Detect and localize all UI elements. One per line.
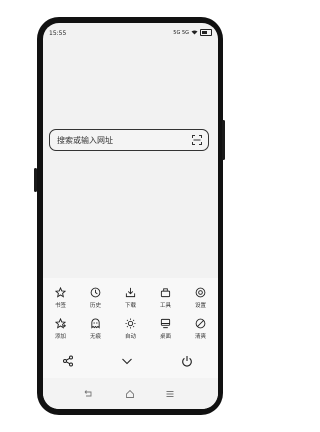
search-placeholder: 搜索或输入网址 — [57, 136, 113, 145]
menu-item-settings[interactable]: 设置 — [186, 287, 216, 309]
menu-item-bookmarks[interactable]: 书签 — [46, 287, 76, 309]
menu-item-add-bookmark[interactable]: 添加 — [46, 318, 76, 340]
no-ads-icon — [195, 318, 206, 329]
browser-menu-panel: 书签 历史 下载 工具 设置 添加 无痕 自动 桌面 清爽 — [43, 278, 218, 409]
browser-screen: 15:55 5G 5G 搜索或输入网址 书签 历史 下载 工具 设置 添加 无痕… — [43, 23, 218, 409]
home-icon[interactable] — [125, 389, 135, 399]
menu-item-label: 历史 — [89, 303, 101, 309]
wifi-icon — [191, 30, 198, 35]
back-icon[interactable] — [83, 389, 93, 399]
menu-item-clean-mode[interactable]: 清爽 — [186, 318, 216, 340]
menu-item-label: 下载 — [124, 303, 136, 309]
star-icon — [55, 287, 66, 298]
desktop-icon — [160, 318, 171, 329]
download-icon — [125, 287, 136, 298]
menu-item-label: 清爽 — [194, 334, 206, 340]
incognito-icon — [91, 318, 100, 329]
menu-item-auto-brightness[interactable]: 自动 — [116, 318, 146, 340]
menu-item-label: 自动 — [124, 334, 136, 340]
status-time: 15:55 — [49, 30, 67, 37]
menu-item-label: 添加 — [54, 334, 66, 340]
menu-item-tools[interactable]: 工具 — [151, 287, 181, 309]
settings-icon — [195, 287, 206, 298]
menu-item-label: 工具 — [159, 303, 171, 309]
volume-button — [222, 120, 225, 160]
menu-item-history[interactable]: 历史 — [81, 287, 111, 309]
signal-text: 5G 5G — [173, 29, 189, 36]
menu-item-downloads[interactable]: 下载 — [116, 287, 146, 309]
status-bar: 15:55 5G 5G — [43, 23, 218, 43]
menu-item-label: 设置 — [194, 303, 206, 309]
power-icon[interactable] — [181, 355, 193, 367]
menu-item-label: 书签 — [54, 303, 66, 309]
clock-icon — [90, 287, 101, 298]
search-input[interactable]: 搜索或输入网址 — [49, 129, 209, 151]
menu-row-2: 添加 无痕 自动 桌面 清爽 — [43, 318, 218, 340]
toolbox-icon — [160, 288, 171, 298]
menu-item-incognito[interactable]: 无痕 — [81, 318, 111, 340]
add-star-icon — [55, 318, 66, 329]
menu-bottom-actions — [43, 351, 218, 371]
brightness-icon — [125, 318, 136, 329]
chevron-down-icon[interactable] — [121, 355, 133, 367]
menu-item-label: 无痕 — [89, 334, 101, 340]
status-icons: 5G 5G — [173, 29, 212, 36]
scan-icon[interactable] — [192, 135, 202, 145]
system-nav-bar — [43, 378, 218, 409]
menu-row-1: 书签 历史 下载 工具 设置 — [43, 287, 218, 309]
power-side-button — [34, 168, 37, 192]
menu-item-desktop[interactable]: 桌面 — [151, 318, 181, 340]
share-icon[interactable] — [62, 355, 74, 367]
menu-icon[interactable] — [165, 389, 175, 399]
menu-item-label: 桌面 — [159, 334, 171, 340]
battery-icon — [200, 29, 212, 36]
